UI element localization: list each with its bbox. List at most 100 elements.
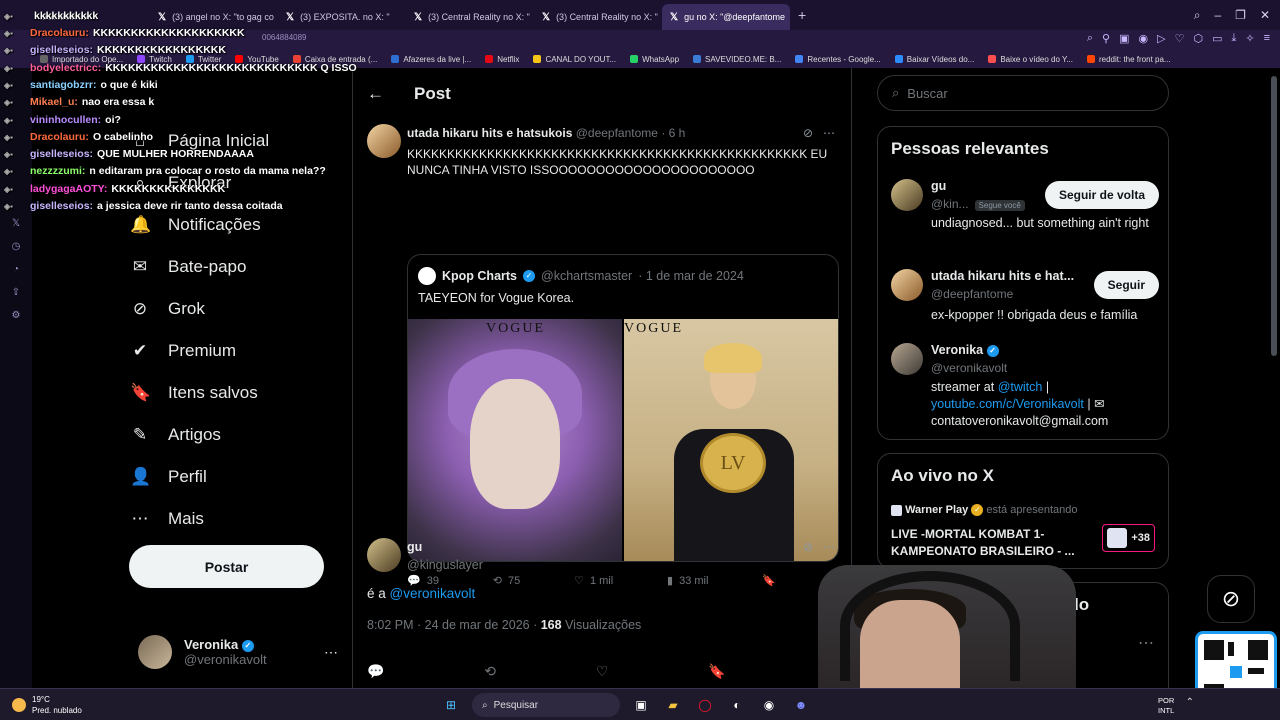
bookmark[interactable]: WhatsApp: [630, 55, 679, 64]
scrollbar-thumb[interactable]: [1271, 76, 1277, 356]
camera-icon[interactable]: ◉: [1139, 32, 1149, 45]
chat-badge-icon: ◈▪: [4, 202, 13, 211]
chevron-up-icon[interactable]: ⌃: [1186, 697, 1194, 708]
taskbar-search[interactable]: ⌕ Pesquisar: [472, 693, 620, 717]
more-icon[interactable]: ⋯: [823, 126, 835, 140]
live-channel-name[interactable]: Warner Play: [905, 504, 968, 516]
opera-icon[interactable]: ◯: [694, 694, 716, 716]
more-icon[interactable]: ⋯: [324, 644, 338, 661]
nav-messages[interactable]: ✉ Bate-papo: [130, 246, 340, 288]
close-icon[interactable]: ✕: [1260, 8, 1270, 23]
search-input[interactable]: ⌕ Buscar: [877, 75, 1169, 111]
account-switcher[interactable]: Veronika ✓ @veronikavolt ⋯: [138, 632, 338, 672]
steam-icon[interactable]: ◉: [758, 694, 780, 716]
nav-premium[interactable]: ✔ Premium: [130, 330, 340, 372]
restore-icon[interactable]: ❐: [1235, 8, 1246, 23]
quoted-tweet[interactable]: Kpop Charts ✓ @kchartsmaster · 1 de mar …: [407, 254, 839, 562]
bookmark[interactable]: Baixe o vídeo do Y...: [988, 55, 1073, 64]
grok-button[interactable]: ⊘: [1207, 575, 1255, 623]
back-arrow-icon[interactable]: ←: [367, 84, 384, 104]
minimize-icon[interactable]: –: [1214, 8, 1221, 23]
browser-tab[interactable]: 𝕏 (3) EXPOSITA. no X: ": [278, 4, 406, 30]
browser-tab-active[interactable]: 𝕏 gu no X: "@deepfantome: [662, 4, 790, 30]
menu-icon[interactable]: ≡: [1264, 32, 1270, 45]
author-name[interactable]: utada hikaru hits e hatsukois: [407, 126, 572, 140]
task-view-icon[interactable]: ▣: [630, 694, 652, 716]
bookmark[interactable]: reddit: the front pa...: [1086, 55, 1171, 64]
browser-tab[interactable]: 𝕏 (3) Central Reality no X: ": [406, 4, 534, 30]
live-title[interactable]: LIVE -MORTAL KOMBAT 1- KAMPEONATO BRASIL…: [891, 526, 1091, 560]
reply-author-name[interactable]: gu: [407, 540, 422, 554]
grok-icon[interactable]: ⊘: [803, 126, 813, 140]
screenshot-icon[interactable]: ▣: [1119, 32, 1129, 45]
bookmark[interactable]: SAVEVIDEO.ME: B...: [693, 55, 781, 64]
reply-author-handle[interactable]: @kinguslayer: [407, 558, 483, 572]
heart-icon[interactable]: ♡: [1175, 32, 1185, 45]
chat-message: ◈▪ Mikael_u: nao era essa k: [4, 96, 154, 108]
live-listeners[interactable]: +38: [1102, 524, 1155, 552]
share-icon[interactable]: ⇪: [12, 287, 20, 298]
bookmark[interactable]: Baixar Vídeos do...: [894, 55, 974, 64]
like-button[interactable]: ♡ 1 mil: [574, 574, 613, 588]
bookmark[interactable]: Recentes - Google...: [795, 55, 881, 64]
bookmark-button[interactable]: 🔖: [762, 574, 776, 587]
more-icon[interactable]: ⋯: [1138, 633, 1154, 653]
more-icon[interactable]: ⋯: [823, 540, 835, 554]
weather-desc: Pred. nublado: [32, 706, 82, 715]
scrollbar[interactable]: [1270, 68, 1278, 688]
repost-icon[interactable]: ⟲: [484, 663, 496, 680]
follow-button[interactable]: Seguir: [1093, 271, 1159, 299]
nav-bookmarks[interactable]: 🔖 Itens salvos: [130, 372, 340, 414]
person-card[interactable]: gu @kin... Segue você Seguir de volta und…: [891, 179, 1159, 249]
bookmark[interactable]: CANAL DO YOUT...: [533, 55, 616, 64]
youtube-link[interactable]: youtube.com/c/Veronikavolt: [931, 397, 1084, 411]
nav-grok[interactable]: ⊘ Grok: [130, 288, 340, 330]
mention-link[interactable]: @veronikavolt: [390, 586, 476, 601]
person-card[interactable]: utada hikaru hits e hat... @deepfantome …: [891, 269, 1159, 329]
windows-start-icon[interactable]: ⊞: [440, 694, 462, 716]
language-indicator[interactable]: POR INTL: [1158, 696, 1174, 716]
weather-widget[interactable]: 19°C Pred. nublado: [12, 694, 82, 716]
repost-button[interactable]: ⟲ 75: [493, 574, 520, 588]
new-tab-button[interactable]: +: [790, 7, 814, 23]
heart-icon[interactable]: ♡: [596, 663, 609, 680]
zoom-icon[interactable]: ⌕: [1087, 32, 1093, 45]
profile-icon: 👤: [130, 467, 152, 486]
pin-icon[interactable]: ⚲: [1102, 32, 1110, 45]
views-button[interactable]: ▮ 33 mil: [667, 574, 708, 588]
avatar[interactable]: [367, 124, 401, 158]
discord-icon[interactable]: ☻: [790, 694, 812, 716]
ai-icon[interactable]: ✧: [1245, 32, 1254, 45]
x-logo-icon[interactable]: 𝕏: [12, 218, 20, 229]
bookmark[interactable]: Netflix: [485, 55, 519, 64]
search-tabs-icon[interactable]: ⌕: [1194, 8, 1201, 23]
photo-right[interactable]: VOGUE LV: [624, 319, 838, 561]
download-icon[interactable]: ⤓: [1231, 32, 1236, 45]
person-card[interactable]: Veronika ✓ @veronikavolt streamer at @tw…: [891, 343, 1159, 433]
author-handle[interactable]: @deepfantome: [576, 126, 658, 140]
settings-icon[interactable]: ⚙: [12, 310, 21, 321]
extension-icon[interactable]: ⬡: [1193, 32, 1203, 45]
nav-articles[interactable]: ✎ Artigos: [130, 414, 340, 456]
photo-left[interactable]: VOGUE: [408, 319, 622, 561]
reply-icon[interactable]: 💬: [367, 663, 384, 680]
reply-timestamp[interactable]: 8:02 PM · 24 de mar de 2026 ·: [367, 618, 537, 632]
nav-more[interactable]: ⋯ Mais: [130, 498, 340, 540]
tweet-time[interactable]: · 6 h: [661, 126, 685, 140]
avatar[interactable]: [367, 538, 401, 572]
follow-back-button[interactable]: Seguir de volta: [1044, 181, 1159, 209]
nav-profile[interactable]: 👤 Perfil: [130, 456, 340, 498]
bookmark-icon[interactable]: 🔖: [708, 663, 725, 680]
bookmark[interactable]: Afazeres da live |...: [391, 55, 471, 64]
wallet-icon[interactable]: ▭: [1212, 32, 1222, 45]
clock-icon[interactable]: ◔: [13, 264, 19, 275]
email-text: contatoveronikavolt@gmail.com: [931, 414, 1109, 428]
twitch-link[interactable]: @twitch: [998, 380, 1043, 394]
play-icon[interactable]: ▷: [1157, 32, 1165, 45]
folder-icon[interactable]: ▰: [662, 694, 684, 716]
app-icon[interactable]: ◐: [726, 694, 748, 716]
browser-tab[interactable]: 𝕏 (3) Central Reality no X: ": [534, 4, 662, 30]
post-button[interactable]: Postar: [129, 545, 324, 588]
grok-icon[interactable]: ⊘: [803, 540, 813, 554]
history-icon[interactable]: ◷: [12, 241, 21, 252]
